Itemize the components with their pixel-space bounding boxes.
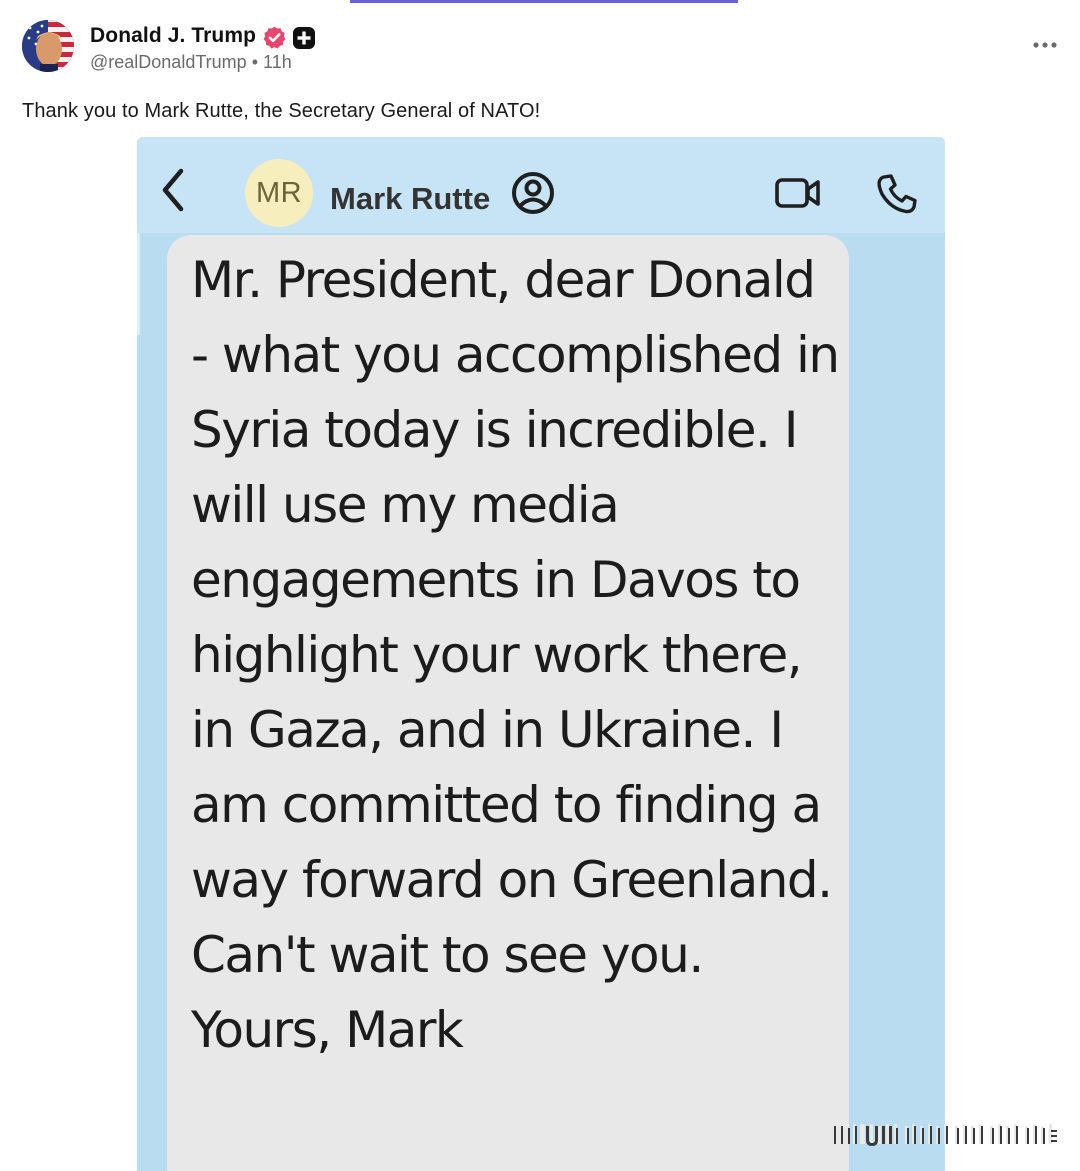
- meta-separator: •: [251, 52, 258, 72]
- author-avatar[interactable]: [22, 20, 74, 72]
- chevron-left-icon[interactable]: [157, 167, 189, 213]
- verified-badge-icon: [263, 26, 286, 49]
- author-display-name[interactable]: Donald J. Trump: [90, 24, 256, 48]
- post-timestamp[interactable]: 11h: [263, 52, 292, 72]
- contact-name[interactable]: Mark Rutte: [330, 181, 490, 217]
- attached-screenshot[interactable]: MR Mark Rutte Mr. President, dear Donald…: [137, 137, 945, 1171]
- post-body-text: Thank you to Mark Rutte, the Secretary G…: [22, 100, 541, 122]
- phone-icon[interactable]: [875, 172, 919, 216]
- video-call-icon[interactable]: [774, 175, 822, 211]
- author-handle[interactable]: @realDonaldTrump: [90, 52, 247, 72]
- author-handle-line: @realDonaldTrump • 11h: [90, 52, 292, 73]
- more-options-icon[interactable]: [1030, 38, 1060, 52]
- message-bubble: Mr. President, dear Donald - what you ac…: [167, 235, 849, 1171]
- author-avatar-image: [22, 20, 74, 72]
- left-edge-strip: [137, 233, 140, 335]
- contact-info-icon[interactable]: [507, 171, 559, 215]
- message-text: Mr. President, dear Donald - what you ac…: [191, 251, 840, 1059]
- contact-avatar[interactable]: MR: [245, 159, 313, 227]
- plus-badge-icon: [293, 27, 315, 49]
- watermark-graphic: [832, 1124, 1057, 1146]
- top-accent-bar: [350, 0, 738, 3]
- chat-header: MR Mark Rutte: [137, 137, 945, 233]
